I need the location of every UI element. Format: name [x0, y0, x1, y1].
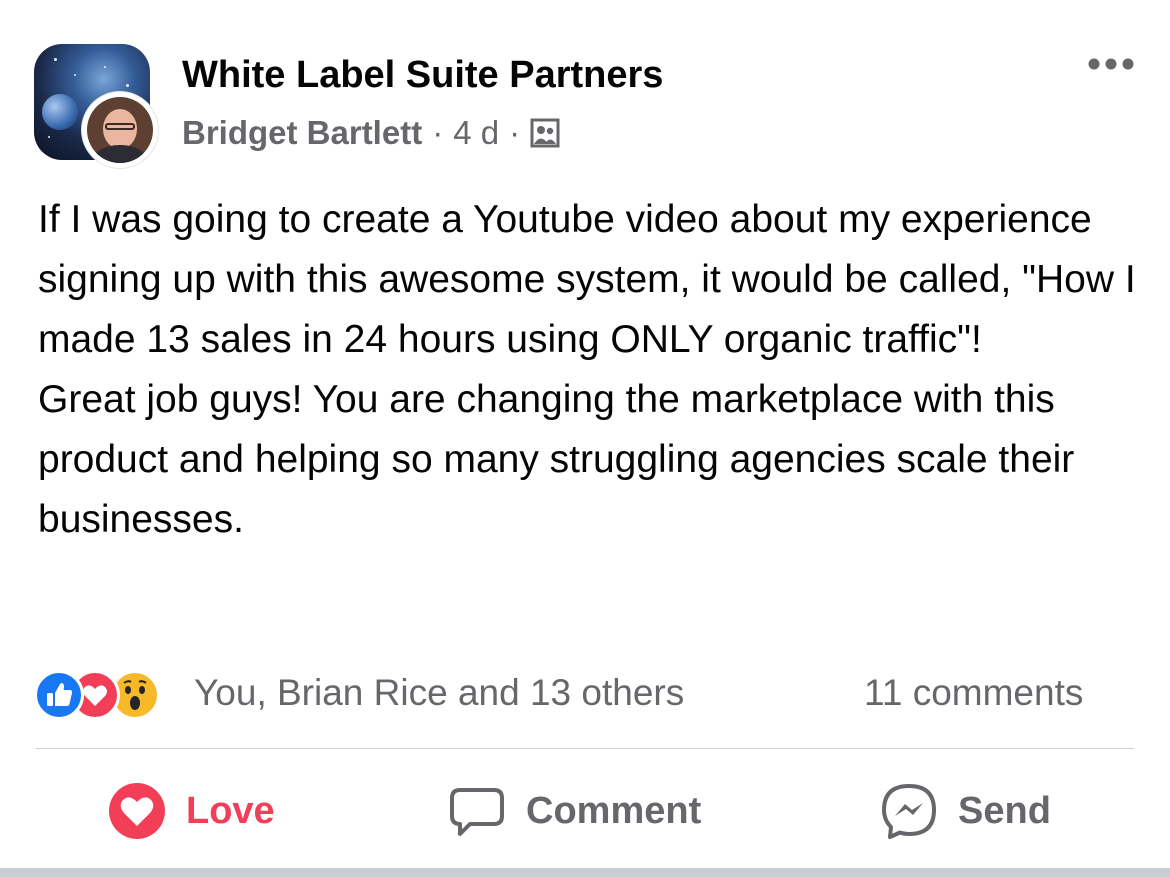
- reaction-names[interactable]: You, Brian Rice and 13 others: [194, 672, 684, 714]
- comment-button[interactable]: Comment: [448, 778, 701, 844]
- meta-separator: ·: [509, 114, 521, 151]
- group-members-icon: [530, 118, 560, 148]
- post-message: If I was going to create a Youtube video…: [38, 190, 1138, 550]
- group-name[interactable]: White Label Suite Partners: [182, 54, 663, 97]
- post-timestamp[interactable]: 4 d: [453, 114, 499, 152]
- love-button[interactable]: Love: [108, 778, 275, 844]
- more-options-icon[interactable]: [1086, 54, 1136, 74]
- reactions-summary[interactable]: You, Brian Rice and 13 others: [34, 666, 684, 720]
- actions-divider: [36, 748, 1134, 749]
- meta-separator: ·: [432, 114, 444, 151]
- like-reaction-icon: [34, 670, 84, 720]
- comment-button-label: Comment: [526, 789, 702, 832]
- comments-count[interactable]: 11 comments: [864, 672, 1083, 714]
- feed-separator: [0, 868, 1170, 877]
- author-avatar[interactable]: [82, 92, 158, 168]
- author-name[interactable]: Bridget Bartlett: [182, 114, 422, 152]
- send-button[interactable]: Send: [880, 778, 1051, 844]
- post-paragraph: Great job guys! You are changing the mar…: [38, 378, 1075, 541]
- post-avatars[interactable]: [34, 44, 164, 168]
- post-meta: Bridget Bartlett · 4 d ·: [182, 114, 560, 152]
- post-paragraph: If I was going to create a Youtube video…: [38, 198, 1136, 361]
- love-button-label: Love: [186, 789, 275, 832]
- love-reaction-icon: [108, 782, 166, 840]
- reaction-icons: [34, 666, 184, 720]
- comment-icon: [448, 782, 506, 840]
- post-card: White Label Suite Partners Bridget Bartl…: [0, 0, 1170, 868]
- messenger-icon: [880, 782, 938, 840]
- send-button-label: Send: [958, 789, 1051, 832]
